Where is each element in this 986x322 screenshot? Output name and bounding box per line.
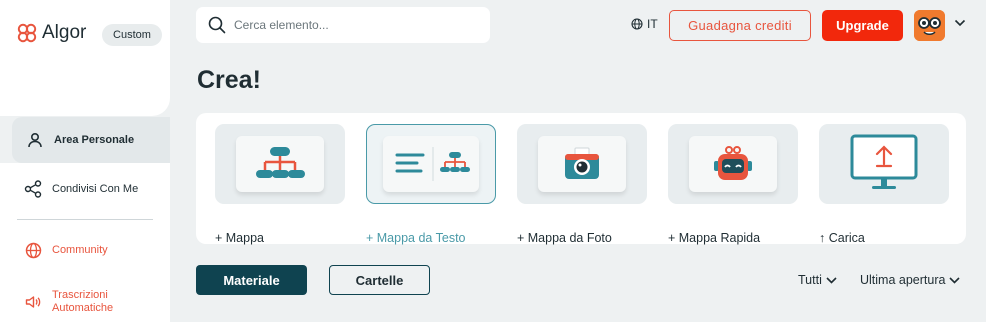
mind-map-icon — [236, 136, 324, 192]
sidebar-item-condivisi[interactable]: Condivisi Con Me — [12, 163, 170, 215]
card-label: ↑ Carica — [819, 231, 865, 245]
filter-all-dropdown[interactable]: Tutti — [798, 273, 837, 287]
card-label: + Mappa da Testo — [366, 231, 466, 245]
create-map-card[interactable]: + Mappa — [215, 124, 345, 245]
sidebar-item-label: Community — [52, 244, 108, 256]
language-label: IT — [647, 17, 658, 31]
sidebar-item-label: Trascrizioni Automatiche — [52, 289, 114, 314]
sidebar-item-area-personale[interactable]: Area Personale — [12, 117, 170, 163]
text-to-map-icon — [383, 136, 479, 192]
card-thumbnail — [366, 124, 496, 204]
card-thumbnail — [215, 124, 345, 204]
chevron-down-icon[interactable] — [954, 19, 966, 27]
plan-badge: Custom — [102, 24, 162, 46]
language-selector[interactable]: IT — [631, 17, 658, 31]
card-thumbnail — [819, 124, 949, 204]
search-icon — [208, 16, 226, 34]
sidebar-item-label: Condivisi Con Me — [52, 183, 139, 195]
card-label: + Mappa da Foto — [517, 231, 612, 245]
globe-icon — [24, 241, 42, 259]
card-thumbnail — [517, 124, 647, 204]
sort-label: Ultima apertura — [860, 273, 946, 287]
create-map-from-text-card[interactable]: + Mappa da Testo — [366, 124, 496, 245]
search-bar[interactable] — [196, 7, 490, 43]
sidebar-divider — [17, 219, 153, 220]
avatar[interactable] — [914, 10, 945, 41]
page-title: Crea! — [197, 66, 261, 94]
create-panel: + Mappa + Mappa da Testo + Mappa da Foto… — [196, 113, 966, 245]
tab-materiale[interactable]: Materiale — [196, 265, 307, 295]
create-map-from-photo-card[interactable]: + Mappa da Foto — [517, 124, 647, 245]
user-icon — [26, 131, 44, 149]
brand-area: Algor Custom — [0, 0, 170, 116]
robot-face-icon — [914, 10, 945, 41]
robot-icon — [689, 136, 777, 192]
logo[interactable]: Algor — [16, 22, 86, 44]
sidebar-item-community[interactable]: Community — [12, 236, 170, 264]
upgrade-button[interactable]: Upgrade — [822, 10, 903, 41]
sidebar-item-trascrizioni[interactable]: Trascrizioni Automatiche — [12, 286, 170, 318]
camera-icon — [538, 136, 626, 192]
algor-logo-icon — [17, 23, 37, 43]
card-label: + Mappa Rapida — [668, 231, 761, 245]
globe-icon — [631, 18, 643, 30]
sidebar-item-label: Area Personale — [54, 134, 135, 146]
earn-credits-button[interactable]: Guadagna crediti — [669, 10, 811, 41]
card-thumbnail — [668, 124, 798, 204]
share-icon — [24, 180, 42, 198]
chevron-down-icon — [826, 276, 837, 284]
tab-cartelle[interactable]: Cartelle — [329, 265, 430, 295]
create-quick-map-card[interactable]: + Mappa Rapida — [668, 124, 798, 245]
card-label: + Mappa — [215, 231, 264, 245]
speaker-icon — [24, 293, 42, 311]
upload-card[interactable]: ↑ Carica — [819, 124, 949, 245]
sort-dropdown[interactable]: Ultima apertura — [860, 273, 961, 287]
upload-monitor-icon — [850, 134, 918, 189]
sidebar: Algor Custom Area Personale Condivisi Co… — [0, 0, 170, 322]
search-input[interactable] — [234, 18, 474, 32]
filter-label: Tutti — [798, 273, 822, 287]
brand-name: Algor — [42, 22, 87, 43]
chevron-down-icon — [949, 276, 961, 284]
